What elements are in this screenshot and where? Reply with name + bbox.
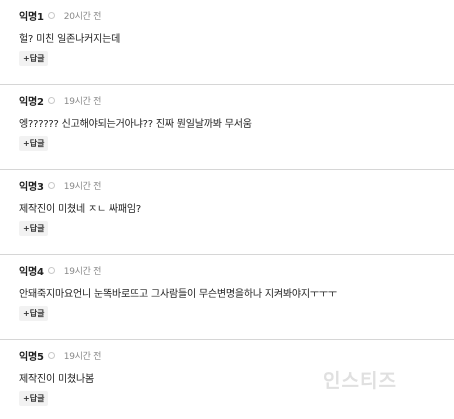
comment-header: 익명3 19시간 전 <box>19 178 102 193</box>
reply-button[interactable]: +답글 <box>19 51 49 66</box>
reply-button[interactable]: +답글 <box>19 221 49 236</box>
comment-header: 익명5 19시간 전 <box>19 348 102 363</box>
comment-text: 헐? 미친 일존나커지는데 <box>19 34 121 45</box>
reply-button[interactable]: +답글 <box>19 391 49 406</box>
comment-time: 19시간 전 <box>63 351 102 362</box>
comment-item: 익명4 19시간 전 안돼죽지마요언니 눈똑바로뜨고 그사람들이 무슨변명을하나… <box>0 255 454 340</box>
comment-nickname[interactable]: 익명5 <box>19 348 44 363</box>
comment-header: 익명2 19시간 전 <box>19 93 102 108</box>
comment-time: 19시간 전 <box>63 266 102 277</box>
reply-button[interactable]: +답글 <box>19 306 49 321</box>
comment-item: 익명2 19시간 전 엥?????? 신고해야되는거아냐?? 진짜 뭔일날까봐 … <box>0 85 454 170</box>
comment-time: 19시간 전 <box>63 96 102 107</box>
comment-text: 제작진이 미쳤네 ㅈㄴ 싸패임? <box>19 204 142 215</box>
circle-icon <box>47 351 55 359</box>
comment-text: 엥?????? 신고해야되는거아냐?? 진짜 뭔일날까봐 무서움 <box>19 119 252 130</box>
comment-header: 익명1 20시간 전 <box>19 8 102 23</box>
watermark-logo: 인스티즈 <box>323 370 397 392</box>
circle-icon <box>47 266 55 274</box>
comment-header: 익명4 19시간 전 <box>19 263 102 278</box>
circle-icon <box>47 96 55 104</box>
reply-button[interactable]: +답글 <box>19 136 49 151</box>
comment-nickname[interactable]: 익명4 <box>19 263 44 278</box>
comment-time: 19시간 전 <box>63 181 102 192</box>
comment-nickname[interactable]: 익명2 <box>19 93 44 108</box>
comment-item: 익명1 20시간 전 헐? 미친 일존나커지는데 +답글 <box>0 0 454 85</box>
circle-icon <box>47 11 55 19</box>
comment-nickname[interactable]: 익명1 <box>19 8 44 23</box>
circle-icon <box>47 181 55 189</box>
comment-time: 20시간 전 <box>63 11 102 22</box>
comment-item: 익명3 19시간 전 제작진이 미쳤네 ㅈㄴ 싸패임? +답글 <box>0 170 454 255</box>
comment-text: 안돼죽지마요언니 눈똑바로뜨고 그사람들이 무슨변명을하나 지켜봐야지ㅜㅜㅜ <box>19 289 337 300</box>
comment-nickname[interactable]: 익명3 <box>19 178 44 193</box>
